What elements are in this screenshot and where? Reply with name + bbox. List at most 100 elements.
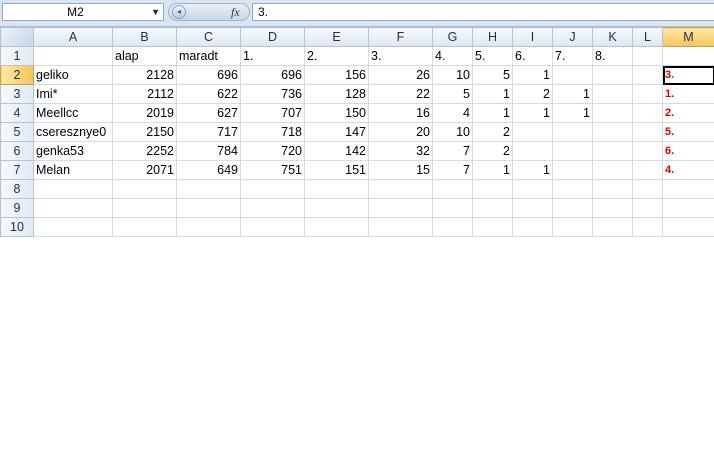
cell-l4[interactable] — [632, 103, 663, 123]
cell-k5[interactable] — [592, 122, 633, 142]
cell-h4[interactable]: 1 — [472, 103, 513, 123]
cell-b8[interactable] — [112, 179, 177, 199]
cell-g7[interactable]: 7 — [432, 160, 473, 180]
cell-a2[interactable]: geliko — [33, 65, 113, 85]
cell-f8[interactable] — [368, 179, 433, 199]
column-header-d[interactable]: D — [240, 27, 305, 47]
row-header[interactable]: 2 — [0, 65, 34, 85]
cell-l8[interactable] — [632, 179, 663, 199]
cell-b9[interactable] — [112, 198, 177, 218]
expand-icon[interactable]: ◂ — [172, 5, 186, 19]
column-header-i[interactable]: I — [512, 27, 553, 47]
row-header[interactable]: 1 — [0, 46, 34, 66]
cell-a5[interactable]: cseresznye0 — [33, 122, 113, 142]
cell-k2[interactable] — [592, 65, 633, 85]
cell-i9[interactable] — [512, 198, 553, 218]
cell-k3[interactable] — [592, 84, 633, 104]
cell-j7[interactable] — [552, 160, 593, 180]
cell-l1[interactable] — [632, 46, 663, 66]
cell-i2[interactable]: 1 — [512, 65, 553, 85]
cell-i6[interactable] — [512, 141, 553, 161]
cell-m4[interactable]: 2. — [662, 103, 714, 123]
name-box[interactable]: M2 ▼ — [2, 3, 164, 21]
insert-function-icon[interactable]: fx — [231, 4, 240, 20]
cell-j6[interactable] — [552, 141, 593, 161]
cell-j1[interactable]: 7. — [552, 46, 593, 66]
cell-k7[interactable] — [592, 160, 633, 180]
cell-d4[interactable]: 707 — [240, 103, 305, 123]
cell-c2[interactable]: 696 — [176, 65, 241, 85]
cell-b4[interactable]: 2019 — [112, 103, 177, 123]
cell-j4[interactable]: 1 — [552, 103, 593, 123]
cell-g3[interactable]: 5 — [432, 84, 473, 104]
cell-g9[interactable] — [432, 198, 473, 218]
cell-a3[interactable]: Imi* — [33, 84, 113, 104]
cell-i10[interactable] — [512, 217, 553, 237]
cell-g8[interactable] — [432, 179, 473, 199]
cell-g4[interactable]: 4 — [432, 103, 473, 123]
cell-d3[interactable]: 736 — [240, 84, 305, 104]
cell-b2[interactable]: 2128 — [112, 65, 177, 85]
cell-m10[interactable] — [662, 217, 714, 237]
cell-g5[interactable]: 10 — [432, 122, 473, 142]
cell-l7[interactable] — [632, 160, 663, 180]
cell-i3[interactable]: 2 — [512, 84, 553, 104]
column-header-f[interactable]: F — [368, 27, 433, 47]
cell-i5[interactable] — [512, 122, 553, 142]
cell-k6[interactable] — [592, 141, 633, 161]
row-header[interactable]: 9 — [0, 198, 34, 218]
cell-l6[interactable] — [632, 141, 663, 161]
cell-e5[interactable]: 147 — [304, 122, 369, 142]
cell-c4[interactable]: 627 — [176, 103, 241, 123]
cell-j9[interactable] — [552, 198, 593, 218]
cell-d10[interactable] — [240, 217, 305, 237]
cell-e4[interactable]: 150 — [304, 103, 369, 123]
cell-j2[interactable] — [552, 65, 593, 85]
cell-g6[interactable]: 7 — [432, 141, 473, 161]
cell-d8[interactable] — [240, 179, 305, 199]
cell-b3[interactable]: 2112 — [112, 84, 177, 104]
cell-f9[interactable] — [368, 198, 433, 218]
column-header-l[interactable]: L — [632, 27, 663, 47]
cell-e6[interactable]: 142 — [304, 141, 369, 161]
cell-i8[interactable] — [512, 179, 553, 199]
cell-d9[interactable] — [240, 198, 305, 218]
cell-m8[interactable] — [662, 179, 714, 199]
row-header[interactable]: 10 — [0, 217, 34, 237]
column-header-h[interactable]: H — [472, 27, 513, 47]
cell-i4[interactable]: 1 — [512, 103, 553, 123]
cell-f4[interactable]: 16 — [368, 103, 433, 123]
row-header[interactable]: 6 — [0, 141, 34, 161]
cell-c1[interactable]: maradt — [176, 46, 241, 66]
cell-b1[interactable]: alap — [112, 46, 177, 66]
cell-k9[interactable] — [592, 198, 633, 218]
cell-l3[interactable] — [632, 84, 663, 104]
cell-c9[interactable] — [176, 198, 241, 218]
cell-h7[interactable]: 1 — [472, 160, 513, 180]
cell-f6[interactable]: 32 — [368, 141, 433, 161]
cell-h5[interactable]: 2 — [472, 122, 513, 142]
cell-j8[interactable] — [552, 179, 593, 199]
cell-j10[interactable] — [552, 217, 593, 237]
cell-e9[interactable] — [304, 198, 369, 218]
cell-a1[interactable] — [33, 46, 113, 66]
cell-a4[interactable]: Meellcc — [33, 103, 113, 123]
cell-h3[interactable]: 1 — [472, 84, 513, 104]
cell-k8[interactable] — [592, 179, 633, 199]
row-header[interactable]: 5 — [0, 122, 34, 142]
cell-m3[interactable]: 1. — [662, 84, 714, 104]
cell-k1[interactable]: 8. — [592, 46, 633, 66]
cell-h10[interactable] — [472, 217, 513, 237]
cell-d5[interactable]: 718 — [240, 122, 305, 142]
cell-l9[interactable] — [632, 198, 663, 218]
column-header-m[interactable]: M — [662, 27, 714, 47]
cell-f5[interactable]: 20 — [368, 122, 433, 142]
cell-c6[interactable]: 784 — [176, 141, 241, 161]
cell-a7[interactable]: Melan — [33, 160, 113, 180]
cell-e1[interactable]: 2. — [304, 46, 369, 66]
select-all-corner[interactable] — [0, 27, 34, 47]
cell-g10[interactable] — [432, 217, 473, 237]
column-header-g[interactable]: G — [432, 27, 473, 47]
cell-j5[interactable] — [552, 122, 593, 142]
cell-b7[interactable]: 2071 — [112, 160, 177, 180]
